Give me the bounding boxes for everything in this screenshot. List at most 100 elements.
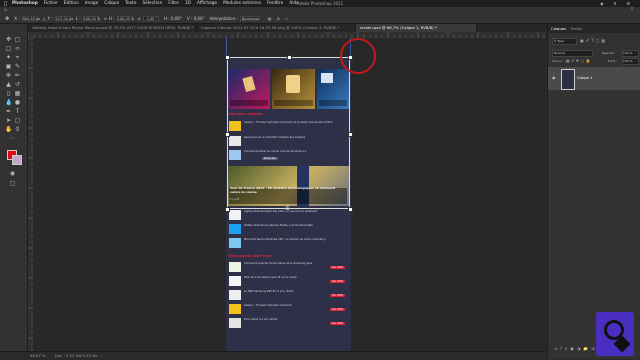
tab-capture[interactable]: Capture d'écran 2021-07-19 à 16.53.58.pn… (197, 24, 356, 32)
angle-input[interactable]: 0,00 ° (143, 16, 160, 21)
highlight-circle (340, 38, 376, 74)
menu-filtre[interactable]: Filtre (168, 1, 179, 6)
quick-mask-icon[interactable]: ◉ (9, 170, 16, 177)
menu-3d[interactable]: 3D (185, 1, 191, 6)
deal-title-4: Galaxy : 70 dead high test comment (244, 304, 292, 307)
layer-thumbnail (561, 69, 575, 90)
transform-handle-tl[interactable] (225, 55, 230, 60)
lock-label: Verrou : (552, 59, 564, 63)
tab-mockup[interactable]: Holding Hand Smart Phone Mockup.psd @ 33… (28, 24, 197, 32)
pen-tool-icon[interactable]: ✒ (5, 108, 12, 115)
article-thumb-5 (229, 224, 241, 234)
zoom-level[interactable]: 66,67 % (30, 353, 46, 358)
width-input[interactable]: 100,00 % (82, 16, 100, 21)
apple-icon[interactable]:  (4, 1, 7, 7)
crop-tool-icon[interactable]: ⌖ (14, 54, 21, 61)
cancel-icon[interactable]: ⊘ (277, 16, 280, 21)
lasso-tool-icon[interactable]: ∞ (14, 45, 21, 52)
gradient-tool-icon[interactable]: ▦ (14, 90, 21, 97)
move-tool-icon[interactable]: ✥ (5, 36, 12, 43)
stamp-tool-icon[interactable]: ▲ (5, 81, 12, 88)
layer-name[interactable]: Calque 1 (577, 76, 593, 80)
transform-handle-bl[interactable] (225, 207, 230, 212)
deal-button-1: Voir l'offre (330, 266, 346, 269)
menu-fenetre[interactable]: Fenêtre (267, 1, 283, 6)
menu-edition[interactable]: Edition (64, 1, 79, 6)
menu-fichier[interactable]: Fichier (44, 1, 58, 6)
blur-tool-icon[interactable]: 💧 (5, 99, 12, 106)
tab-paths[interactable]: Tracés (570, 25, 582, 32)
eraser-tool-icon[interactable]: ▯ (5, 90, 12, 97)
menu-calque[interactable]: Calque (104, 1, 119, 6)
frame-tool-icon[interactable]: ▣ (5, 63, 12, 70)
home-icon[interactable]: ⌂ (4, 8, 7, 13)
path-selection-tool-icon[interactable]: ➤ (5, 117, 12, 124)
doc-size: Doc : 3,52 Mo/3,52 Mo (54, 353, 98, 358)
share-icon[interactable]: ⇧ (630, 7, 634, 12)
transform-handle-br[interactable] (348, 207, 353, 212)
height-input[interactable]: 100,00 % (116, 16, 134, 21)
x-input[interactable]: 904,50 px (21, 16, 40, 21)
options-bar: ✥ X :904,50 px △ Y :127,00 px L :100,00 %… (0, 14, 640, 24)
layers-panel: Calques Tracés ⚲ Type ▣✐T▢▩ Normal Opaci… (547, 24, 640, 359)
article-title-6: Microsoft Teams Windows 365 : la solutio… (244, 238, 326, 241)
menu-image[interactable]: Image (85, 1, 98, 6)
shape-tool-icon[interactable]: ▢ (14, 117, 21, 124)
fill-input[interactable]: 100 % (622, 58, 639, 65)
layer-filter-icons[interactable]: ▣✐T▢▩ (580, 38, 607, 43)
interpolation-select[interactable]: Bicubique (239, 16, 260, 21)
history-brush-tool-icon[interactable]: ↺ (14, 81, 21, 88)
healing-brush-tool-icon[interactable]: ✙ (5, 72, 12, 79)
magic-wand-tool-icon[interactable]: ✦ (5, 54, 12, 61)
lock-icons[interactable]: ▦✐✥▢🔒 (566, 58, 592, 63)
article-title-5: Twitter abandonne déjà les Fleets, une f… (244, 224, 313, 227)
transform-handle-tc[interactable] (287, 55, 292, 60)
warp-icon[interactable]: ▤ (268, 16, 272, 21)
deal-button-4: Voir l'offre (330, 308, 346, 311)
brush-tool-icon[interactable]: ✏ (14, 72, 21, 79)
deal-title-3: Le SSD Samsung 980 Pro à prix réduit (244, 290, 294, 293)
menu-aide[interactable]: Aide (289, 1, 299, 6)
app-menu[interactable]: Photoshop (12, 1, 38, 6)
blend-mode-select[interactable]: Normal (552, 50, 593, 57)
menu-affichage[interactable]: Affichage (197, 1, 217, 6)
layer-row[interactable]: ◉ Calque 1 (548, 67, 640, 90)
dodge-tool-icon[interactable]: ● (14, 99, 21, 106)
hand-tool-icon[interactable]: ✋ (5, 126, 12, 133)
deal-button-2: Voir l'offre (330, 280, 346, 283)
interpolation-label: Interpolation : (209, 16, 238, 21)
marquee-tool-icon[interactable]: □ (5, 45, 12, 52)
tab-screen[interactable]: screen.psd @ 66,7% (Calque 1, RVB/8) * (356, 24, 477, 32)
commit-icon[interactable]: ✓ (285, 16, 288, 21)
eye-icon[interactable]: ◉ (552, 75, 556, 80)
layer-kind-filter[interactable]: ⚲ Type (552, 38, 577, 45)
zoom-tool-icon[interactable]: ⚲ (14, 126, 21, 133)
more-tools-icon[interactable]: ⋯ (9, 135, 16, 142)
transform-handle-ml[interactable] (225, 132, 230, 137)
menu-selection[interactable]: Sélection (142, 1, 162, 6)
control-center-icon[interactable]: ☰ (626, 1, 630, 6)
document-tabs: Holding Hand Smart Phone Mockup.psd @ 33… (28, 24, 546, 32)
crosshair-cursor-icon: ⊕ (285, 205, 291, 212)
chain-icon[interactable]: ∞ (104, 16, 107, 21)
transform-bounding-box[interactable] (227, 57, 350, 209)
deal-thumb-5 (229, 318, 241, 328)
article-thumb-4 (229, 210, 241, 220)
chevron-right-icon[interactable]: › (101, 353, 103, 358)
search-icon[interactable]: ⚲ (613, 1, 616, 6)
brand-logo (596, 312, 634, 356)
link-icon[interactable]: △ (43, 16, 46, 21)
transform-handle-mr[interactable] (348, 132, 353, 137)
opacity-input[interactable]: 100 % (622, 50, 639, 57)
type-tool-icon[interactable]: T (14, 108, 21, 115)
menu-modules[interactable]: Modules externes (223, 1, 261, 6)
eyedropper-tool-icon[interactable]: ✎ (14, 63, 21, 70)
tab-layers[interactable]: Calques (551, 25, 566, 32)
menu-texte[interactable]: Texte (125, 1, 136, 6)
y-input[interactable]: 127,00 px (54, 16, 73, 21)
move-tool-preset[interactable]: ✥ (5, 16, 9, 22)
background-color-swatch[interactable] (12, 155, 22, 165)
wifi-icon[interactable]: ◈ (600, 1, 603, 6)
artboard-tool-icon[interactable]: □ (14, 36, 21, 43)
screen-mode-icon[interactable]: ▢ (9, 180, 16, 187)
